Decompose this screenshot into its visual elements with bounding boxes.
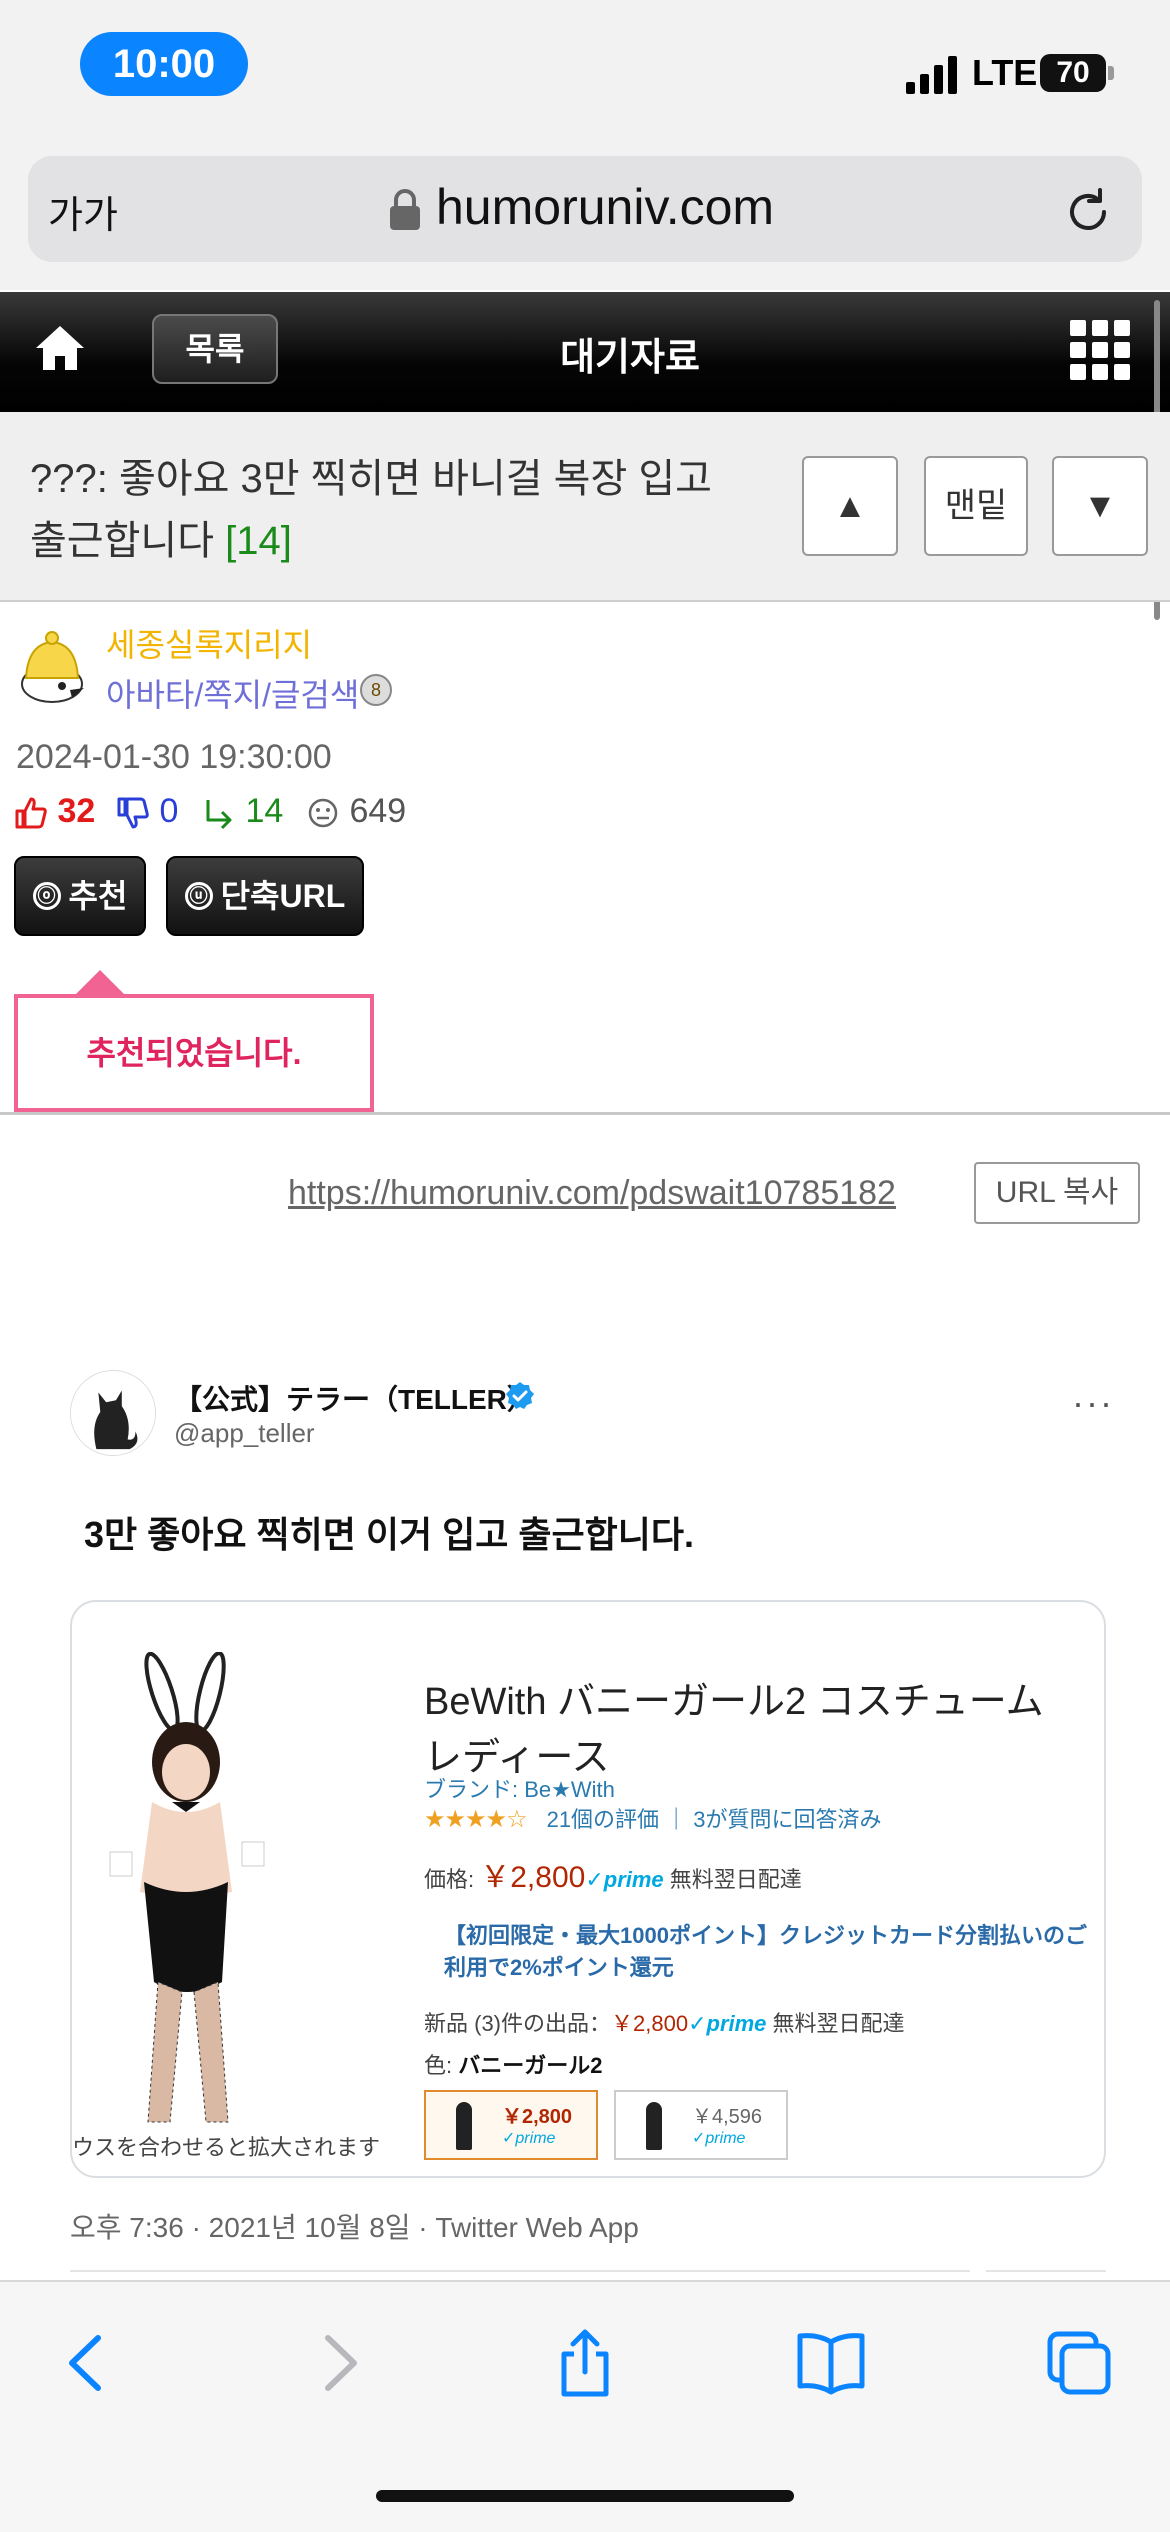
product-rating: ★★★★☆ 21個の評価 ｜ 3が質問に回答済み bbox=[424, 1802, 882, 1834]
tweet-text: 3만 좋아요 찍히면 이거 입고 출근합니다. bbox=[84, 1514, 694, 1555]
product-brand: ブランド: Be★With bbox=[424, 1777, 615, 1802]
promo-text: 【初回限定・最大1000ポイント】クレジットカード分割払いのご利用で2%ポイント… bbox=[444, 1923, 1087, 1980]
color-label: 色: bbox=[424, 2053, 453, 2078]
recommend-icon: ⓞ bbox=[32, 881, 61, 910]
variant-thumbnail bbox=[646, 2102, 662, 2150]
comment-count[interactable]: [14] bbox=[225, 519, 292, 563]
board-title: 대기자료 bbox=[560, 337, 700, 379]
share-icon[interactable] bbox=[550, 2328, 620, 2398]
delivery-text: 無料翌日配達 bbox=[669, 1867, 802, 1892]
home-icon[interactable] bbox=[34, 322, 86, 374]
post-date: 2024-01-30 19:30:00 bbox=[16, 738, 332, 776]
battery-icon: 70 bbox=[1040, 54, 1106, 92]
prime-badge: ✓prime bbox=[585, 1867, 664, 1892]
thumbs-up-icon bbox=[15, 797, 47, 829]
like-count: 32 bbox=[14, 790, 95, 832]
short-url-icon: ⓤ bbox=[184, 881, 213, 910]
new-offers-row: 新品 (3)件の出品：￥2,800✓prime 無料翌日配達 bbox=[424, 2006, 905, 2038]
view-count: 649 bbox=[306, 790, 406, 832]
post-title-bar: ???: 좋아요 3만 찍히면 바니걸 복장 입고 출근합니다 [14] ▲ 맨… bbox=[0, 412, 1170, 602]
short-url-button[interactable]: ⓤ 단축URL bbox=[166, 856, 364, 936]
author-level-badge: 8 bbox=[360, 674, 392, 706]
author-name[interactable]: 세종실록지리지 bbox=[106, 620, 312, 666]
home-indicator[interactable] bbox=[376, 2490, 794, 2502]
delivery-text: 無料翌日配達 bbox=[772, 2011, 905, 2036]
author-avatar[interactable] bbox=[12, 628, 92, 708]
color-value: バニーガール2 bbox=[458, 2053, 603, 2078]
views-face-icon bbox=[308, 798, 338, 828]
tooltip-arrow bbox=[76, 970, 124, 994]
like-count-value: 32 bbox=[57, 792, 96, 830]
dislike-count-value: 0 bbox=[159, 792, 179, 830]
bookmarks-icon[interactable] bbox=[796, 2328, 866, 2398]
price-label: 価格: bbox=[424, 1867, 475, 1892]
status-bar: 10:00 LTE 70 bbox=[0, 0, 1170, 140]
variant-price: ￥2,800 bbox=[502, 2106, 573, 2128]
recommend-tooltip: 추천되었습니다. bbox=[14, 994, 374, 1112]
tweet-media-card[interactable]: ウスを合わせると拡大されます BeWith バニーガール2 コスチューム レディ… bbox=[70, 1600, 1106, 2178]
product-title: BeWith バニーガール2 コスチューム レディース bbox=[424, 1681, 1044, 1779]
verified-badge-icon bbox=[506, 1382, 534, 1409]
recommend-button[interactable]: ⓞ 추천 bbox=[14, 856, 146, 936]
color-row: 色: バニーガール2 bbox=[424, 2048, 603, 2080]
text-size-button[interactable]: 가가 bbox=[48, 184, 118, 239]
share-count-value: 14 bbox=[245, 792, 284, 830]
reload-icon[interactable] bbox=[1062, 186, 1114, 238]
new-offers-label: 新品 (3)件の出品： bbox=[424, 2011, 612, 2036]
variant-prime: ✓prime bbox=[502, 2130, 556, 2147]
url-field[interactable]: 가가 humoruniv.com bbox=[28, 156, 1142, 262]
tweet-timestamp[interactable]: 오후 7:36 · 2021년 10월 8일 · Twitter Web App bbox=[70, 2206, 639, 2246]
tweet-avatar[interactable] bbox=[70, 1370, 156, 1456]
rating-text: 21個の評価 ｜ 3が質問に回答済み bbox=[546, 1807, 882, 1832]
lock-icon bbox=[390, 189, 420, 230]
site-header: 목록 대기자료 bbox=[0, 292, 1170, 412]
address-bar: 가가 humoruniv.com bbox=[0, 140, 1170, 290]
bunny-costume-photo bbox=[82, 1652, 382, 2132]
variant-prime: ✓prime bbox=[692, 2130, 746, 2147]
prime-badge: ✓prime bbox=[688, 2011, 767, 2036]
tabs-icon[interactable] bbox=[1044, 2328, 1114, 2398]
scroll-up-button[interactable]: ▲ bbox=[802, 456, 898, 556]
price-value: ￥2,800 bbox=[480, 1861, 586, 1894]
post-permalink[interactable]: https://humoruniv.com/pdswait10785182 bbox=[288, 1174, 896, 1213]
rating-stars: ★★★★☆ bbox=[424, 1806, 528, 1833]
status-time: 10:00 bbox=[80, 32, 248, 96]
section-divider bbox=[0, 1112, 1170, 1115]
url-text[interactable]: humoruniv.com bbox=[436, 178, 774, 236]
share-count: 14 bbox=[202, 790, 283, 832]
post-title-text: ???: 좋아요 3만 찍히면 바니걸 복장 입고 출근합니다 bbox=[30, 457, 712, 563]
scroll-bottom-button[interactable]: 맨밑 bbox=[924, 456, 1028, 556]
forward-icon[interactable] bbox=[304, 2328, 374, 2398]
more-options-icon[interactable]: ··· bbox=[1072, 1382, 1114, 1424]
variant-thumbnail bbox=[456, 2102, 472, 2150]
copy-url-button[interactable]: URL 복사 bbox=[974, 1162, 1140, 1224]
author-links[interactable]: 아바타/쪽지/글검색 bbox=[106, 670, 359, 716]
variant-option: ￥2,800 ✓prime bbox=[424, 2090, 598, 2160]
view-count-value: 649 bbox=[349, 792, 407, 830]
new-offers-price: ￥2,800 bbox=[611, 2011, 689, 2036]
variant-option: ￥4,596 ✓prime bbox=[614, 2090, 788, 2160]
tweet-handle[interactable]: @app_teller bbox=[174, 1418, 315, 1449]
thumbs-down-icon bbox=[117, 797, 149, 829]
network-type: LTE bbox=[972, 52, 1038, 93]
grid-menu-icon[interactable] bbox=[1070, 320, 1130, 380]
tweet-divider bbox=[70, 2270, 970, 2272]
dislike-count: 0 bbox=[116, 790, 178, 832]
battery-cap bbox=[1108, 66, 1114, 80]
reply-arrow-icon bbox=[206, 800, 232, 830]
recommend-label: 추천 bbox=[68, 878, 128, 914]
variant-price: ￥4,596 bbox=[692, 2106, 763, 2128]
image-hover-hint: ウスを合わせると拡大されます bbox=[72, 2135, 381, 2160]
tweet-display-name[interactable]: 【公式】テラー（TELLER） bbox=[174, 1378, 535, 1418]
post-title: ???: 좋아요 3만 찍히면 바니걸 복장 입고 출근합니다 [14] bbox=[30, 448, 750, 572]
tweet-divider bbox=[986, 2270, 1106, 2272]
short-url-label: 단축URL bbox=[220, 878, 346, 914]
scroll-down-button[interactable]: ▼ bbox=[1052, 456, 1148, 556]
back-icon[interactable] bbox=[52, 2328, 122, 2398]
price-row: 価格: ￥2,800✓prime 無料翌日配達 bbox=[424, 1852, 802, 1896]
list-button[interactable]: 목록 bbox=[152, 314, 278, 384]
signal-icon bbox=[906, 56, 957, 94]
